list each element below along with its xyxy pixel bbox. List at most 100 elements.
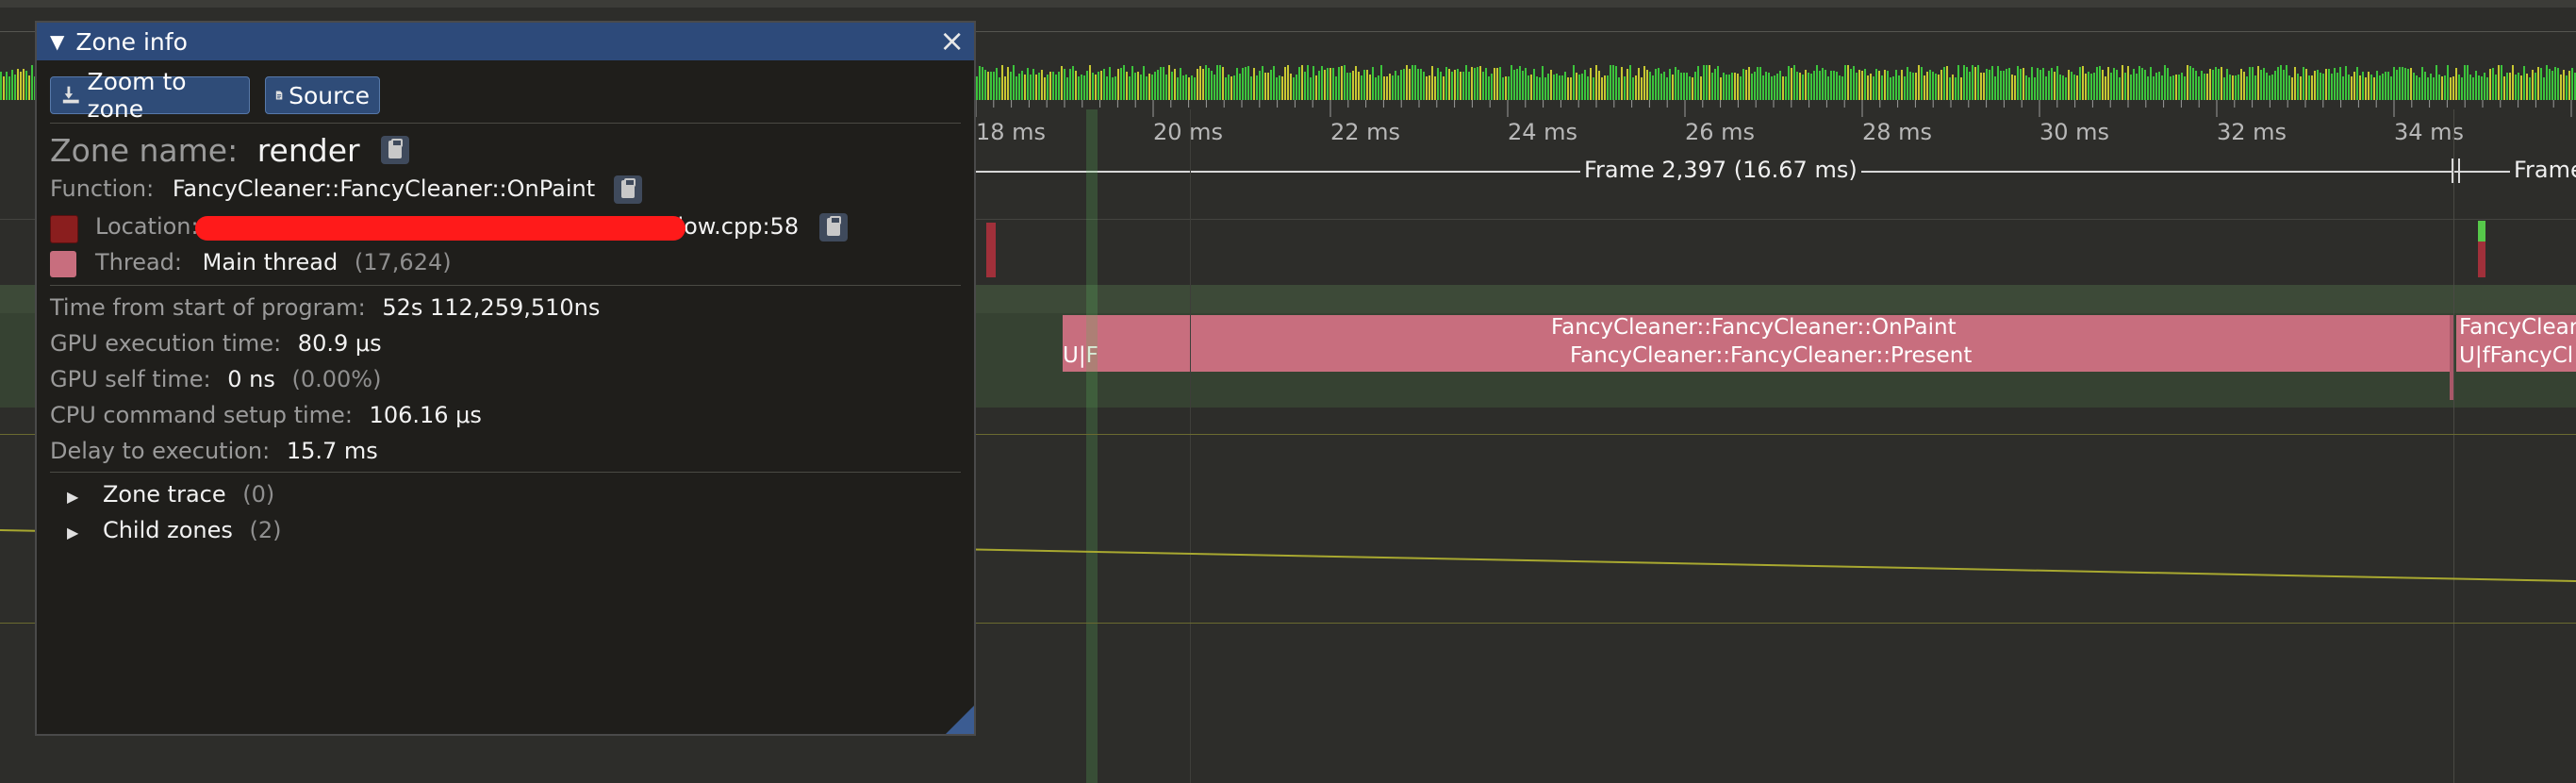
zoom-to-zone-icon bbox=[62, 86, 79, 104]
frame-bar bbox=[1675, 67, 1676, 100]
frame-bar bbox=[1997, 66, 1999, 100]
frame-bar bbox=[1802, 75, 1804, 100]
frame-bar bbox=[1926, 72, 1928, 100]
frame-bar bbox=[2416, 75, 2418, 100]
frame-bar bbox=[1191, 75, 1193, 100]
frame-bar bbox=[2034, 77, 2036, 100]
frame-bar bbox=[2136, 74, 2138, 100]
frame-bar bbox=[2566, 75, 2568, 100]
collapse-triangle-icon[interactable]: ▼ bbox=[50, 30, 64, 53]
close-icon[interactable]: × bbox=[939, 25, 965, 57]
frame-bar bbox=[2427, 77, 2429, 100]
frame-bar bbox=[1890, 77, 1891, 100]
frame-bar bbox=[2023, 68, 2024, 100]
frame-bar bbox=[2079, 67, 2081, 100]
frame-bar bbox=[1672, 75, 1674, 100]
clipboard-icon[interactable] bbox=[613, 175, 642, 204]
frame-bar bbox=[1352, 71, 1354, 100]
stat-label: Delay to execution: bbox=[50, 438, 271, 464]
frame-bar bbox=[1686, 73, 1688, 100]
frame-bar bbox=[1590, 68, 1592, 100]
source-button[interactable]: Source bbox=[265, 76, 380, 114]
frame-bar bbox=[1669, 69, 1671, 100]
zone-marker[interactable] bbox=[2478, 221, 2485, 242]
frame-bar bbox=[1018, 74, 1020, 100]
frame-bar bbox=[1547, 74, 1549, 100]
frame-bar bbox=[1593, 77, 1594, 100]
zoom-to-zone-button[interactable]: Zoom to zone bbox=[50, 68, 250, 123]
frame-bar bbox=[1010, 72, 1012, 100]
frame-bar bbox=[1986, 69, 1988, 100]
frame-bar bbox=[2433, 77, 2435, 100]
frame-bar bbox=[1414, 65, 1416, 100]
frame-bar bbox=[1632, 77, 1634, 100]
frame-bar bbox=[1943, 67, 1945, 100]
frame-bar bbox=[1556, 74, 1558, 100]
frame-bar bbox=[2167, 68, 2169, 100]
frame-bar bbox=[1106, 76, 1108, 100]
frame-bar bbox=[2438, 75, 2440, 100]
clipboard-icon[interactable] bbox=[381, 135, 410, 164]
frame-label-next[interactable]: Frame bbox=[2510, 157, 2576, 183]
tick-label: 32 ms bbox=[2217, 119, 2287, 145]
frame-bar bbox=[1542, 66, 1544, 100]
stat-row: Time from start of program: 52s 112,259,… bbox=[50, 294, 600, 321]
frame-bar bbox=[1677, 70, 1679, 100]
frame-bar bbox=[2546, 65, 2548, 100]
zone-name-value: render bbox=[256, 132, 360, 169]
frame-bar bbox=[1850, 69, 1852, 100]
frame-bar bbox=[1069, 69, 1071, 100]
frame-bar bbox=[1895, 70, 1897, 100]
window-titlebar[interactable]: ▼ Zone info × bbox=[37, 23, 974, 60]
zone-marker[interactable] bbox=[986, 223, 996, 277]
frame-bar bbox=[2515, 75, 2517, 100]
frame-bar bbox=[1745, 70, 1747, 100]
clipboard-icon[interactable] bbox=[818, 213, 848, 242]
frame-bar bbox=[1157, 70, 1159, 100]
frame-bar bbox=[1313, 66, 1314, 100]
frame-bar bbox=[2096, 67, 2098, 100]
frame-bar bbox=[1810, 74, 1812, 100]
resize-grip[interactable] bbox=[946, 706, 974, 734]
frame-bar bbox=[1197, 69, 1198, 100]
frame-bar bbox=[1740, 76, 1742, 100]
frame-bar bbox=[2195, 71, 2197, 100]
frame-bar bbox=[2387, 72, 2389, 100]
frame-bar bbox=[1471, 67, 1473, 100]
frame-bar bbox=[2212, 70, 2214, 100]
frame-bar bbox=[1403, 69, 1405, 100]
frame-bar bbox=[2266, 73, 2268, 100]
frame-bar bbox=[1032, 69, 1034, 100]
frame-bar bbox=[1946, 66, 1948, 100]
frame-bar bbox=[2252, 67, 2254, 100]
frame-bar bbox=[2065, 77, 2067, 100]
stat-label: GPU self time: bbox=[50, 366, 211, 392]
expand-arrow-icon[interactable]: ▶ bbox=[67, 524, 78, 541]
frame-bar bbox=[2337, 73, 2338, 100]
tree-node-zone-trace[interactable]: ▶ Zone trace (0) bbox=[63, 481, 274, 508]
frame-bar bbox=[1703, 65, 1705, 100]
frame-bar bbox=[2311, 75, 2313, 100]
frame-bar bbox=[1428, 75, 1430, 100]
frame-bar bbox=[1875, 69, 1877, 100]
frame-bar bbox=[1666, 77, 1668, 100]
frame-bar bbox=[2240, 69, 2242, 100]
frame-bar bbox=[1641, 77, 1643, 100]
frame-bar bbox=[2155, 73, 2157, 100]
frame-bar bbox=[1349, 73, 1351, 100]
frame-label[interactable]: Frame 2,397 (16.67 ms) bbox=[1580, 157, 1861, 183]
frame-bar bbox=[1228, 75, 1230, 100]
tree-node-child-zones[interactable]: ▶ Child zones (2) bbox=[63, 517, 282, 543]
zone-info-window[interactable]: ▼ Zone info × Zoom to zone Source Zone n… bbox=[35, 21, 976, 736]
frame-bar bbox=[1924, 75, 1925, 100]
frame-bar bbox=[1841, 76, 1843, 100]
frame-bar bbox=[1245, 67, 1247, 100]
frame-bar bbox=[2232, 75, 2234, 100]
frame-bar bbox=[1901, 70, 1903, 100]
frame-bar bbox=[1825, 70, 1826, 100]
frame-bar bbox=[2269, 75, 2271, 100]
frame-bar bbox=[1694, 72, 1696, 100]
frame-bar bbox=[2085, 74, 2087, 100]
frame-bar bbox=[1774, 75, 1775, 100]
expand-arrow-icon[interactable]: ▶ bbox=[67, 488, 78, 506]
